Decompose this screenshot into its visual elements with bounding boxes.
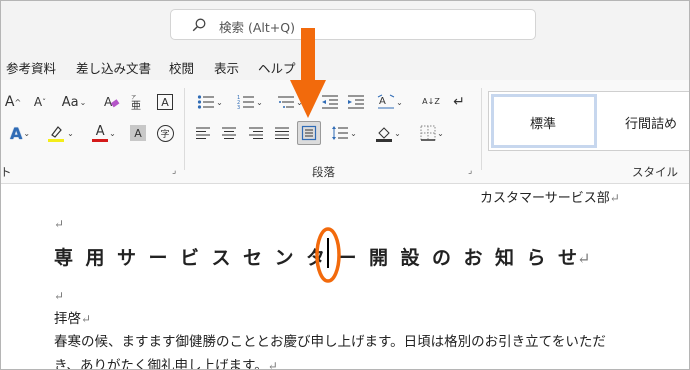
increase-indent-icon: [348, 95, 364, 109]
font-group-label: ト: [0, 165, 12, 179]
paragraph-mark: ↵: [81, 312, 92, 326]
title-char: 用: [85, 247, 105, 269]
numbering-button[interactable]: 1 2 3 ⌄: [232, 91, 268, 113]
svg-text:亜: 亜: [131, 101, 141, 111]
enclose-char-button[interactable]: 字: [154, 122, 176, 144]
justify-icon: [275, 127, 289, 139]
char-border-button[interactable]: A: [154, 91, 176, 113]
align-left-button[interactable]: [192, 122, 214, 144]
distributed-align-icon: [301, 125, 317, 141]
body-line: 春寒の候、ますます御健勝のこととお慶び申し上げます。日頃は格別のお引き立てをいた…: [54, 334, 606, 350]
text-effects-button[interactable]: A ⌄: [2, 122, 38, 144]
change-case-button[interactable]: Aa ⌄: [57, 91, 91, 113]
char-shading-button[interactable]: A: [127, 122, 149, 144]
line-spacing-button[interactable]: ⌄: [326, 122, 362, 144]
department-line: カスタマーサービス部↵: [480, 187, 620, 206]
svg-text:A: A: [104, 95, 113, 109]
title-bar: 検索 (Alt+Q): [0, 0, 690, 50]
title-char: せ: [558, 247, 578, 269]
highlight-button[interactable]: ⌄: [42, 122, 78, 144]
search-label: 検索 (Alt+Q): [219, 20, 295, 35]
paint-bucket-icon: [376, 127, 393, 142]
paragraph-group-label: 段落: [312, 165, 335, 179]
align-center-button[interactable]: [218, 122, 240, 144]
align-right-button[interactable]: [245, 122, 267, 144]
justify-button[interactable]: [271, 122, 293, 144]
ruby-icon: 亜ア: [131, 95, 141, 111]
style-item-no-spacing[interactable]: 行間詰め: [625, 113, 677, 132]
font-color-button[interactable]: A ⌄: [86, 122, 122, 144]
tab-references[interactable]: 参考資料: [6, 58, 56, 77]
align-center-icon: [222, 127, 236, 139]
paragraph-mark: ↵: [54, 289, 65, 303]
numbered-list-icon: 123: [237, 95, 255, 110]
clear-format-button[interactable]: A: [100, 91, 124, 113]
title-char: 設: [400, 247, 420, 269]
title-char: 開: [369, 247, 389, 269]
paragraph-mark-icon: ↵: [453, 94, 465, 110]
title-char: 知: [495, 247, 515, 269]
search-icon: [192, 18, 206, 32]
paragraph-mark: ↵: [54, 217, 65, 231]
svg-text:A: A: [379, 96, 386, 107]
increase-indent-button[interactable]: [344, 91, 368, 113]
title-char: ら: [526, 247, 546, 269]
font-dialog-launcher-icon[interactable]: ⌟: [172, 166, 176, 176]
distributed-align-button[interactable]: [297, 121, 321, 145]
group-separator: [184, 88, 185, 170]
title-char: ン: [274, 247, 294, 269]
body-text: き、ありがたく御礼申し上げます。: [54, 358, 268, 370]
sort-button[interactable]: A↓Z: [420, 91, 442, 113]
salutation-text: 拝啓: [54, 311, 81, 327]
title-char: 専: [54, 247, 74, 269]
svg-text:3: 3: [237, 105, 240, 110]
ribbon-tabs: 参考資料 差し込み文書 校閲 表示 ヘルプ: [0, 50, 690, 80]
shading-button[interactable]: ⌄: [370, 122, 406, 144]
annotation-arrow-icon: [290, 28, 326, 118]
ruby-button[interactable]: 亜ア: [126, 91, 148, 113]
empty-paragraph: ↵: [54, 213, 64, 232]
asian-layout-icon: A: [377, 94, 395, 109]
paragraph-mark: ↵: [609, 191, 620, 205]
title-char: ス: [211, 247, 231, 269]
show-formatting-button[interactable]: ↵: [448, 91, 470, 113]
grow-font-button[interactable]: A ^: [2, 91, 24, 113]
align-left-icon: [196, 127, 210, 139]
svg-text:ア: ア: [131, 95, 136, 101]
title-char: ー: [148, 247, 168, 269]
title-char: お: [463, 247, 483, 269]
title-char: ー: [337, 247, 357, 269]
tab-mailings[interactable]: 差し込み文書: [76, 58, 151, 77]
tab-view[interactable]: 表示: [214, 58, 239, 77]
department-text: カスタマーサービス部: [480, 191, 610, 206]
paragraph-dialog-launcher-icon[interactable]: ⌟: [468, 166, 472, 176]
search-box[interactable]: 検索 (Alt+Q): [170, 9, 536, 40]
title-char: の: [432, 247, 452, 269]
group-separator: [481, 88, 482, 170]
line-spacing-icon: [332, 126, 349, 140]
sort-icon: A↓Z: [422, 97, 440, 106]
empty-paragraph: ↵: [54, 285, 64, 304]
shrink-font-button[interactable]: Aˇ: [29, 91, 51, 113]
salutation-line: 拝啓↵: [54, 307, 91, 327]
paragraph-mark: ↵: [267, 359, 278, 370]
highlighter-icon: [48, 126, 65, 142]
title-char: ビ: [180, 247, 200, 269]
styles-group-label: スタイル: [632, 165, 678, 179]
style-item-standard[interactable]: 標準: [530, 113, 556, 132]
body-line: き、ありがたく御礼申し上げます。↵: [54, 354, 278, 370]
asian-layout-button[interactable]: A ⌄: [372, 91, 408, 113]
paragraph-mark: ↵: [577, 249, 591, 268]
title-char: サ: [117, 247, 137, 269]
align-right-icon: [249, 127, 263, 139]
document-area: カスタマーサービス部↵ ↵ 専用サービスセンター開設のお知らせ↵ ↵ 拝啓↵ 春…: [0, 185, 690, 370]
borders-button[interactable]: ⌄: [414, 122, 450, 144]
borders-icon: [420, 125, 436, 141]
annotation-ellipse-icon: [315, 227, 341, 283]
tab-review[interactable]: 校閲: [169, 58, 194, 77]
bullets-button[interactable]: ⌄: [192, 91, 228, 113]
title-char: セ: [243, 247, 263, 269]
bullet-list-icon: [198, 95, 215, 109]
eraser-icon: A: [104, 95, 120, 109]
